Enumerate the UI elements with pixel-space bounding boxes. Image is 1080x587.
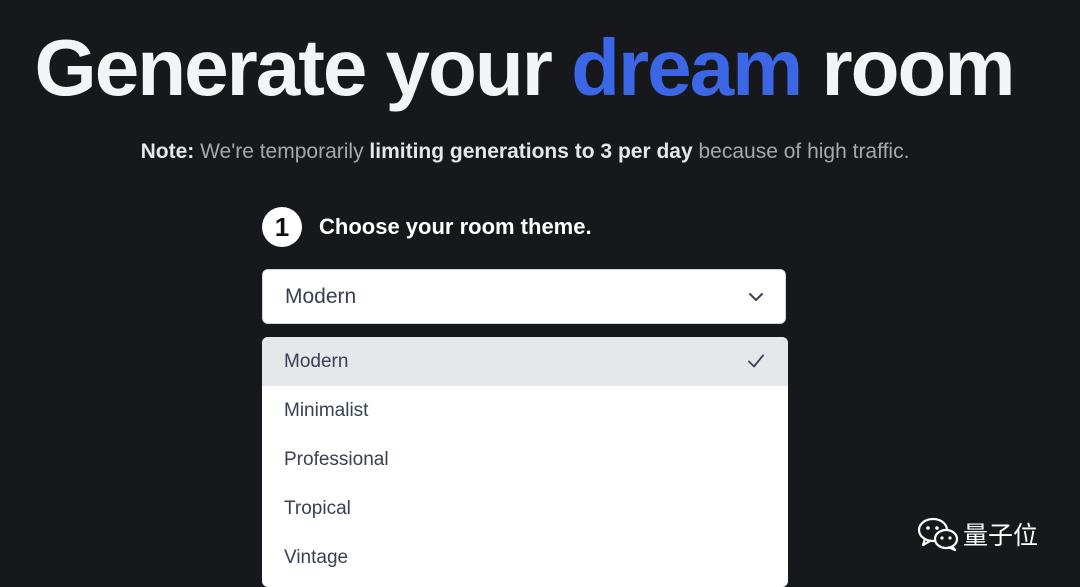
- option-label: Modern: [284, 350, 349, 372]
- theme-option-vintage[interactable]: Vintage: [262, 533, 788, 582]
- chevron-down-icon: [749, 292, 763, 301]
- note-emphasis: limiting generations to 3 per day: [369, 140, 693, 163]
- title-part-2: room: [801, 23, 1015, 112]
- option-label: Minimalist: [284, 399, 369, 421]
- note-prefix: Note:: [140, 140, 195, 163]
- theme-options-list: Modern Minimalist Professional Tropical …: [262, 337, 788, 587]
- title-part-1: Generate your: [34, 23, 572, 112]
- step-label: Choose your room theme.: [319, 214, 592, 239]
- option-label: Vintage: [284, 546, 349, 568]
- wechat-icon: [917, 517, 959, 552]
- watermark-text: 量子位: [963, 521, 1039, 550]
- theme-select-value: Modern: [285, 284, 357, 308]
- rate-limit-note: Note: We're temporarily limiting generat…: [0, 139, 1050, 165]
- theme-option-minimalist[interactable]: Minimalist: [262, 386, 788, 435]
- theme-option-professional[interactable]: Professional: [262, 435, 788, 484]
- note-text-2: because of high traffic.: [692, 140, 910, 163]
- title-accent: dream: [571, 23, 803, 112]
- option-label: Professional: [284, 448, 389, 470]
- theme-option-modern[interactable]: Modern: [262, 337, 788, 386]
- note-text-1: We're temporarily: [194, 140, 370, 163]
- theme-select[interactable]: Modern: [262, 269, 786, 324]
- check-icon: [748, 354, 764, 368]
- page-title: Generate your dream room: [0, 22, 1048, 114]
- step-one: 1 Choose your room theme.: [262, 207, 592, 247]
- theme-option-tropical[interactable]: Tropical: [262, 484, 788, 533]
- watermark: 量子位: [917, 516, 1038, 552]
- option-label: Tropical: [284, 497, 351, 519]
- step-number-badge: 1: [262, 207, 302, 247]
